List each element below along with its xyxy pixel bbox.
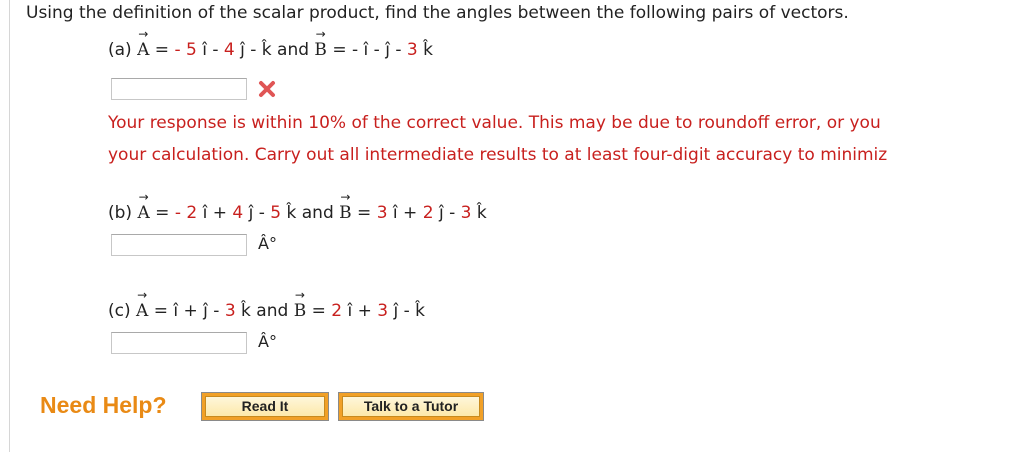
- left-border: [9, 0, 10, 452]
- part-a-prompt: (a) A = - 5 î - 4 ĵ - k̂ and B = - î - ĵ…: [108, 27, 433, 60]
- part-b-prompt: (b) A = - 2 î + 4 ĵ - 5 k̂ and B = 3 î +…: [108, 190, 487, 223]
- talk-to-tutor-label: Talk to a Tutor: [342, 396, 480, 417]
- feedback-line: your calculation. Carry out all intermed…: [108, 145, 888, 165]
- answer-c-input[interactable]: [111, 332, 247, 354]
- talk-to-tutor-button[interactable]: Talk to a Tutor: [338, 392, 484, 421]
- vector-b-symbol: B: [294, 288, 307, 321]
- part-c-label: (c): [108, 301, 131, 321]
- vector-a-symbol: A: [137, 27, 150, 60]
- answer-a-input[interactable]: [111, 78, 247, 100]
- feedback-line: Your response is within 10% of the corre…: [108, 113, 881, 133]
- read-it-button[interactable]: Read It: [201, 392, 329, 421]
- part-b-label: (b): [108, 203, 133, 223]
- feedback-message: Your response is within 10% of the corre…: [108, 107, 887, 171]
- answer-b-input[interactable]: [111, 234, 247, 256]
- vector-b-symbol: B: [339, 190, 352, 223]
- degree-unit: Â°: [258, 234, 277, 253]
- degree-unit: Â°: [258, 332, 277, 351]
- part-c-prompt: (c) A = î + ĵ - 3 k̂ and B = 2 î + 3 ĵ -…: [108, 288, 425, 321]
- vector-a-symbol: A: [136, 288, 149, 321]
- part-a-label: (a): [108, 40, 132, 60]
- question-intro: Using the definition of the scalar produ…: [26, 3, 849, 23]
- vector-b-symbol: B: [314, 27, 327, 60]
- vector-a-symbol: A: [137, 190, 150, 223]
- read-it-label: Read It: [205, 396, 325, 417]
- x-mark-icon: [259, 81, 275, 97]
- need-help-label: Need Help?: [40, 392, 167, 418]
